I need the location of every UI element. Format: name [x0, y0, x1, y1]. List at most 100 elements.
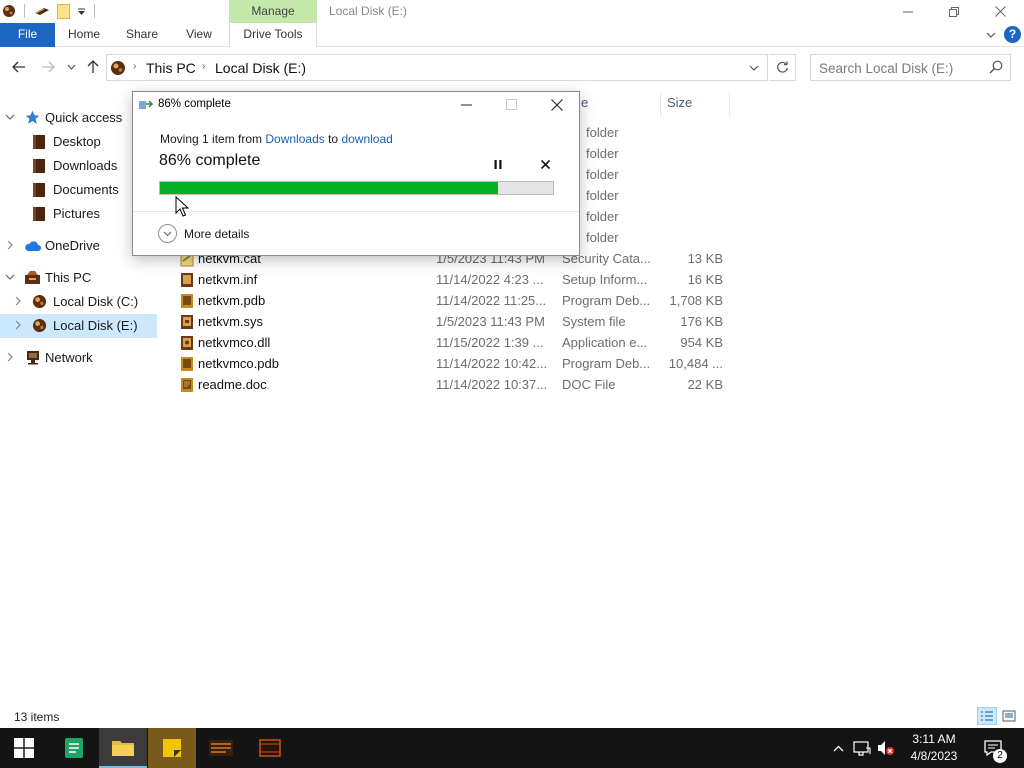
pdb-file-icon [181, 357, 193, 371]
breadcrumb-separator[interactable]: › [133, 61, 136, 72]
minimize-icon [460, 104, 472, 105]
file-type: DOC File [562, 377, 616, 392]
restore-button[interactable] [931, 0, 977, 23]
tab-file[interactable]: File [0, 23, 55, 47]
close-window-button[interactable] [977, 0, 1023, 23]
source-folder-link[interactable]: Downloads [265, 132, 324, 146]
nav-local-disk-e[interactable]: Local Disk (E:) [0, 314, 157, 338]
nav-label: Downloads [53, 158, 118, 173]
arrow-right-icon [42, 61, 55, 73]
large-icons-view-icon [1002, 710, 1016, 722]
file-type: Application e... [562, 335, 648, 350]
file-type: Setup Inform... [562, 272, 648, 287]
address-bar[interactable]: › This PC › Local Disk (E:) [106, 54, 768, 81]
computer-icon [24, 269, 41, 286]
file-row[interactable]: netkvmco.dll 11/15/2022 1:39 ... Applica… [175, 333, 735, 354]
taskbar-sheets-app[interactable] [50, 728, 98, 768]
dialog-close-button[interactable] [535, 92, 579, 117]
dialog-minimize-button[interactable] [444, 92, 488, 117]
notification-count-badge: 2 [993, 749, 1007, 763]
column-separator[interactable] [729, 93, 730, 117]
details-view-button[interactable] [977, 707, 997, 725]
network-tray-button[interactable] [851, 728, 873, 768]
chevron-down-icon [67, 64, 75, 70]
cancel-operation-button[interactable] [535, 155, 555, 173]
close-icon [540, 159, 550, 169]
column-separator[interactable] [660, 93, 661, 117]
breadcrumb-local-disk-e[interactable]: Local Disk (E:) [215, 60, 306, 76]
nav-local-disk-c[interactable]: Local Disk (C:) [0, 290, 157, 314]
nav-this-pc[interactable]: This PC [0, 266, 157, 290]
file-row[interactable]: netkvm.inf 11/14/2022 4:23 ... Setup Inf… [175, 270, 735, 291]
film-strip-icon [259, 739, 281, 757]
explorer-app-icon[interactable] [1, 3, 17, 19]
customize-toolbar-dropdown-icon[interactable] [75, 3, 87, 19]
taskbar-file-explorer[interactable] [99, 728, 147, 768]
taskbar-sticky-notes[interactable] [148, 728, 196, 768]
chevron-right-icon[interactable] [4, 350, 16, 364]
tab-home[interactable]: Home [59, 23, 109, 47]
chevron-right-icon[interactable] [12, 294, 24, 308]
chevron-right-icon[interactable] [12, 318, 24, 332]
column-header-size[interactable]: Size [667, 95, 692, 115]
recent-locations-button[interactable] [63, 56, 79, 78]
properties-icon[interactable] [33, 3, 51, 19]
move-mid-text: to [324, 132, 342, 146]
up-button[interactable] [82, 56, 104, 78]
pause-button[interactable] [488, 155, 508, 173]
chevron-down-icon[interactable] [4, 270, 16, 284]
refresh-button[interactable] [769, 54, 796, 81]
taskbar-media-app[interactable] [197, 728, 245, 768]
tab-drive-tools[interactable]: Drive Tools [229, 23, 317, 47]
manage-context-tab[interactable]: Manage [229, 0, 317, 23]
file-row[interactable]: netkvmco.pdb 11/14/2022 10:42... Program… [175, 354, 735, 375]
desktop-folder-icon [30, 133, 47, 150]
chevron-down-icon[interactable] [4, 110, 16, 124]
column-header-type[interactable]: e [581, 95, 588, 115]
file-size: 1,708 KB [669, 293, 724, 308]
search-icon[interactable] [989, 60, 1003, 74]
file-date: 11/14/2022 11:25... [436, 293, 547, 308]
sys-file-icon [181, 315, 193, 329]
file-size: 176 KB [680, 314, 723, 329]
nav-label: Pictures [53, 206, 100, 221]
new-folder-icon[interactable] [56, 3, 70, 19]
expand-ribbon-button[interactable] [983, 28, 999, 42]
forward-button[interactable] [37, 56, 59, 78]
chevron-right-icon[interactable] [4, 238, 16, 252]
search-box[interactable] [810, 54, 1011, 81]
file-row[interactable]: readme.doc 11/14/2022 10:37... DOC File … [175, 375, 735, 396]
back-button[interactable] [8, 56, 30, 78]
documents-folder-icon [30, 181, 47, 198]
tab-share[interactable]: Share [117, 23, 167, 47]
progress-bar [159, 181, 554, 195]
file-row[interactable]: netkvm.sys 1/5/2023 11:43 PM System file… [175, 312, 735, 333]
large-icons-view-button[interactable] [999, 707, 1019, 725]
tab-view[interactable]: View [176, 23, 222, 47]
help-button[interactable]: ? [1004, 26, 1021, 43]
minimize-button[interactable] [885, 0, 931, 23]
file-size: 10,484 ... [668, 356, 723, 371]
arrow-up-icon [87, 60, 99, 73]
folder-icon [112, 741, 134, 756]
nav-network[interactable]: Network [0, 346, 157, 370]
nav-label: Local Disk (E:) [53, 318, 138, 333]
taskbar-video-app[interactable] [246, 728, 294, 768]
breadcrumb-this-pc[interactable]: This PC [146, 60, 196, 76]
clock-time[interactable]: 3:11 AM [903, 732, 965, 746]
volume-tray-button[interactable] [875, 728, 897, 768]
start-button[interactable] [0, 728, 48, 768]
file-row[interactable]: netkvm.pdb 11/14/2022 11:25... Program D… [175, 291, 735, 312]
destination-folder-link[interactable]: download [341, 132, 392, 146]
expand-circle-icon[interactable] [158, 224, 177, 243]
show-hidden-icons-button[interactable] [829, 728, 847, 768]
search-input[interactable] [819, 59, 979, 77]
clock-date[interactable]: 4/8/2023 [903, 749, 965, 763]
chevron-up-icon [833, 745, 843, 751]
close-icon [994, 6, 1006, 17]
breadcrumb-separator[interactable]: › [202, 61, 205, 72]
nav-label: This PC [45, 270, 92, 285]
file-type: Program Deb... [562, 293, 651, 308]
more-details-label[interactable]: More details [184, 227, 249, 241]
address-history-dropdown[interactable] [745, 59, 763, 77]
